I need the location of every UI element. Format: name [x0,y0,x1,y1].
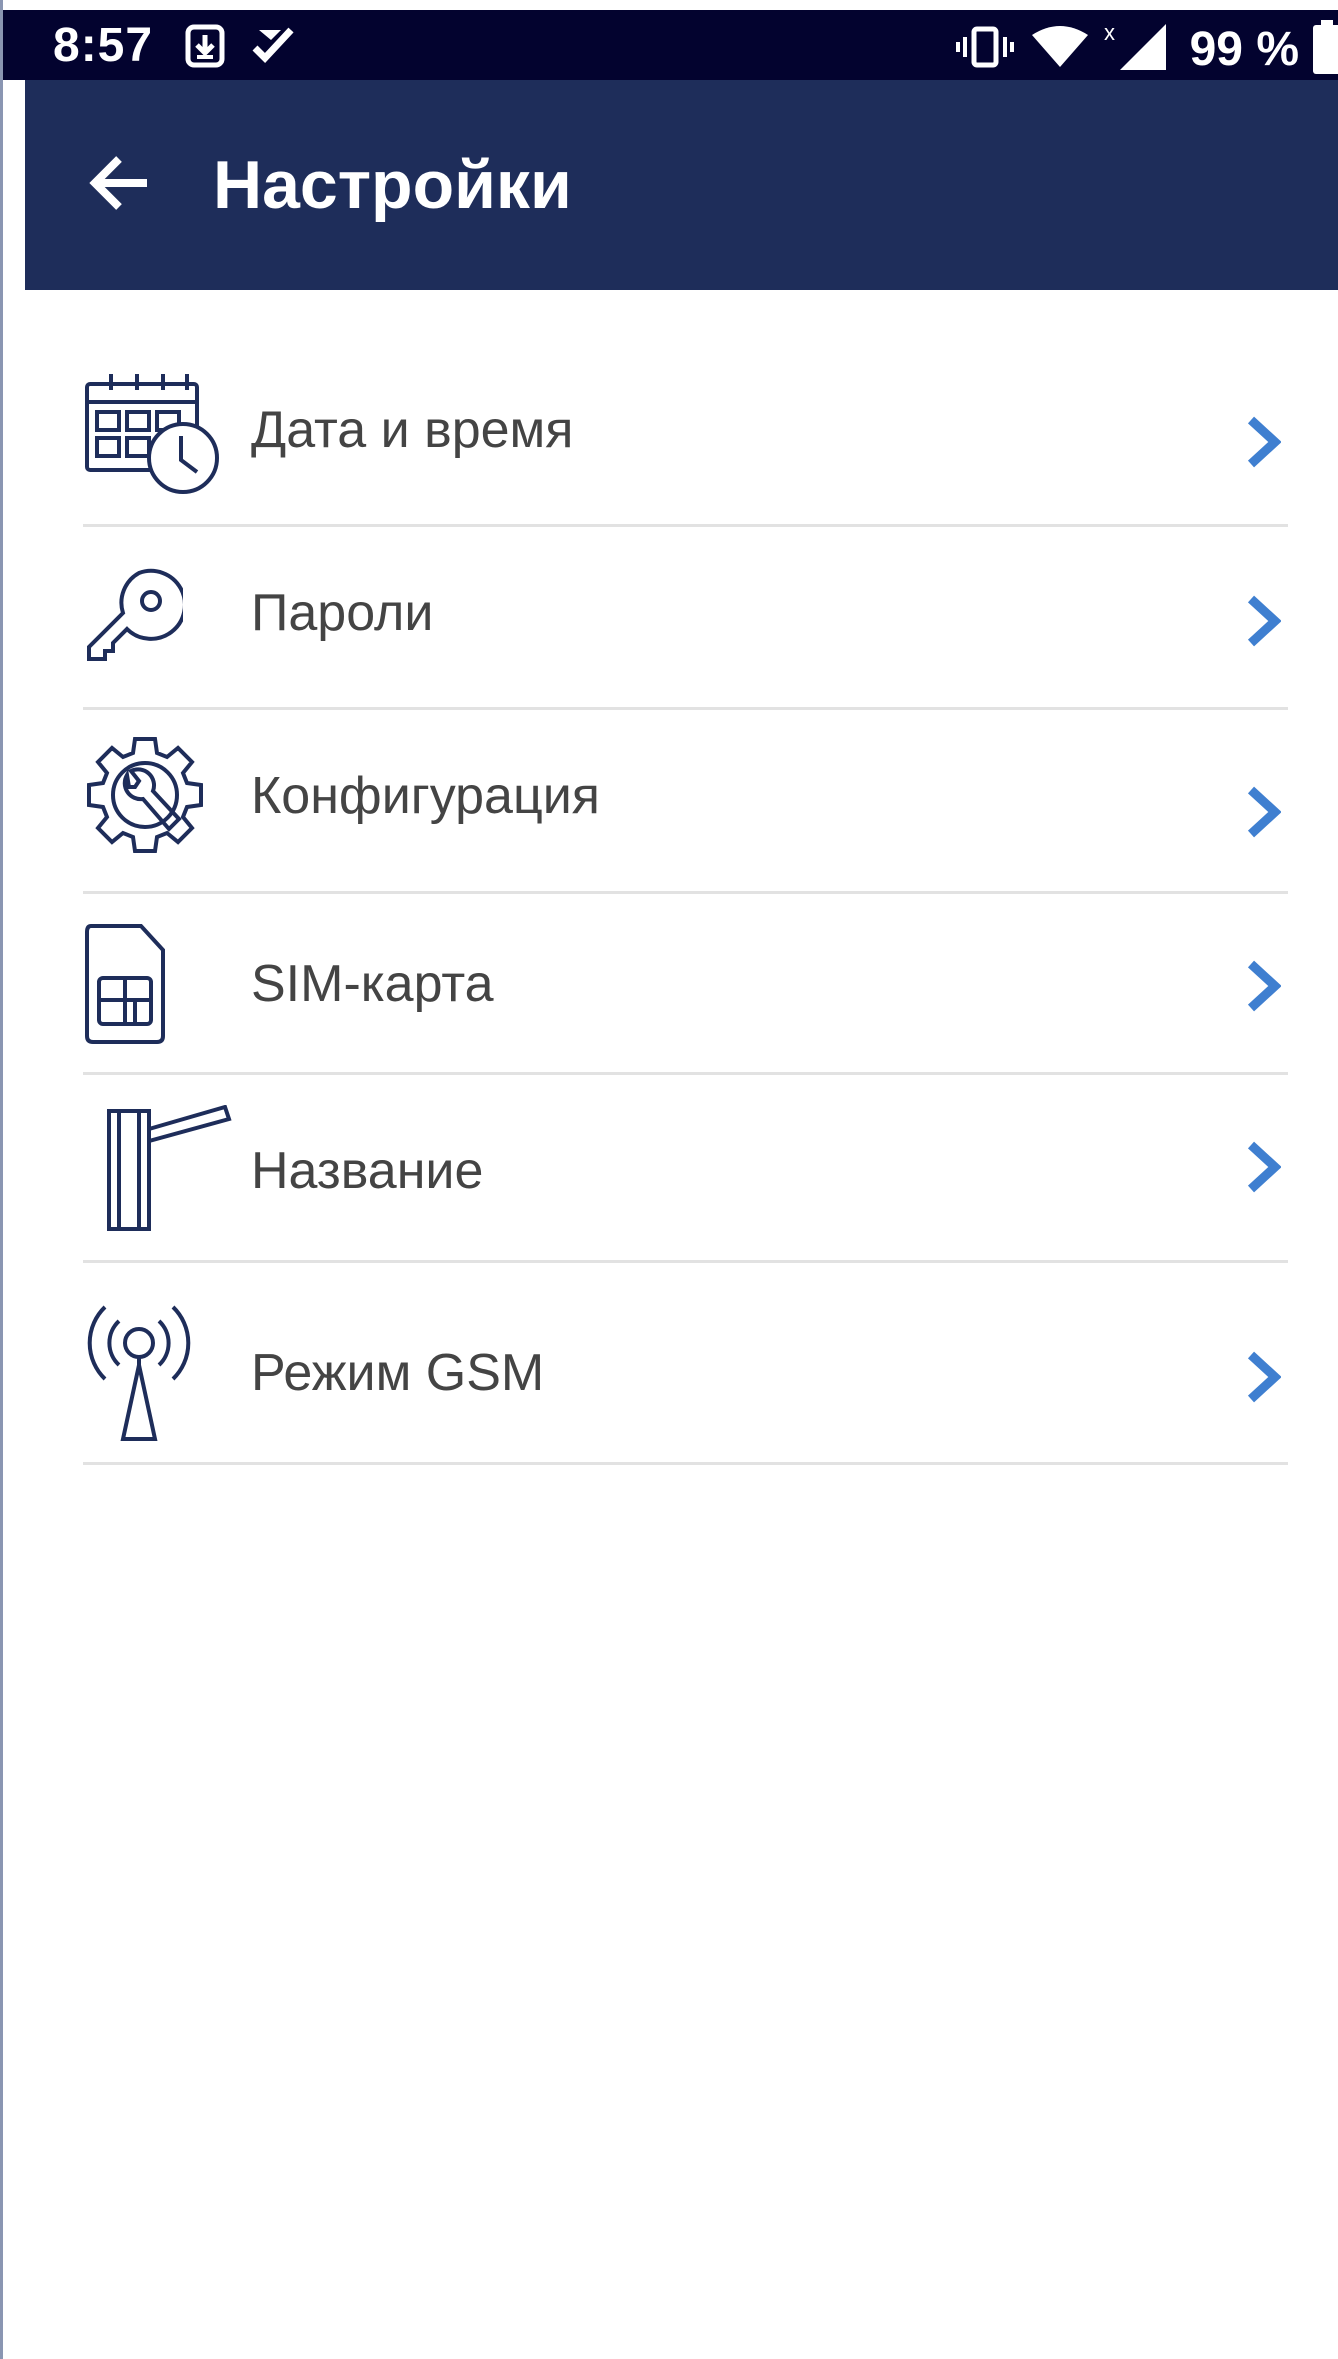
back-button[interactable] [77,150,163,220]
status-bar: 8:57 x 99 % [3,0,1338,80]
key-icon [83,567,233,667]
settings-item-gsm-mode[interactable]: Режим GSM [83,1263,1288,1465]
chevron-right-icon [1238,1347,1288,1407]
settings-item-label: Режим GSM [251,1344,545,1402]
settings-item-configuration[interactable]: Конфигурация [83,710,1288,894]
settings-item-sim-card[interactable]: SIM-карта [83,894,1288,1075]
gear-wrench-icon [83,732,233,860]
screen: 8:57 x 99 % Настройки Дата и время Парол… [0,0,1338,2359]
chevron-right-icon [1238,1137,1288,1197]
battery-percent: 99 % [1189,22,1299,76]
sim-card-icon [83,922,233,1046]
calendar-clock-icon [83,370,233,500]
status-time: 8:57 [53,19,154,72]
svg-text:x: x [1104,20,1115,45]
settings-item-date-time[interactable]: Дата и время [83,370,1288,527]
settings-item-label: Дата и время [251,401,574,459]
settings-item-label: Конфигурация [251,767,600,825]
status-left-icons [185,22,295,74]
chevron-right-icon [1238,412,1288,472]
vibrate-icon [954,25,1016,74]
chevron-right-icon [1238,956,1288,1016]
page-title: Настройки [213,147,572,223]
chevron-right-icon [1238,782,1288,842]
antenna-icon [83,1293,233,1443]
app-bar: Настройки [25,80,1338,290]
settings-item-label: Название [251,1142,484,1200]
barrier-gate-icon [83,1105,233,1235]
status-right-group: x 99 % [954,18,1338,80]
download-notification-icon [185,24,225,73]
settings-item-passwords[interactable]: Пароли [83,527,1288,710]
task-check-icon [251,24,295,73]
arrow-left-icon [89,155,151,216]
wifi-icon [1030,25,1090,74]
settings-item-label: SIM-карта [251,955,494,1013]
chevron-right-icon [1238,591,1288,651]
cell-signal-icon: x [1104,20,1170,79]
battery-icon [1313,19,1338,79]
settings-item-label: Пароли [251,584,434,642]
divider [83,1462,1288,1465]
settings-item-name[interactable]: Название [83,1075,1288,1263]
